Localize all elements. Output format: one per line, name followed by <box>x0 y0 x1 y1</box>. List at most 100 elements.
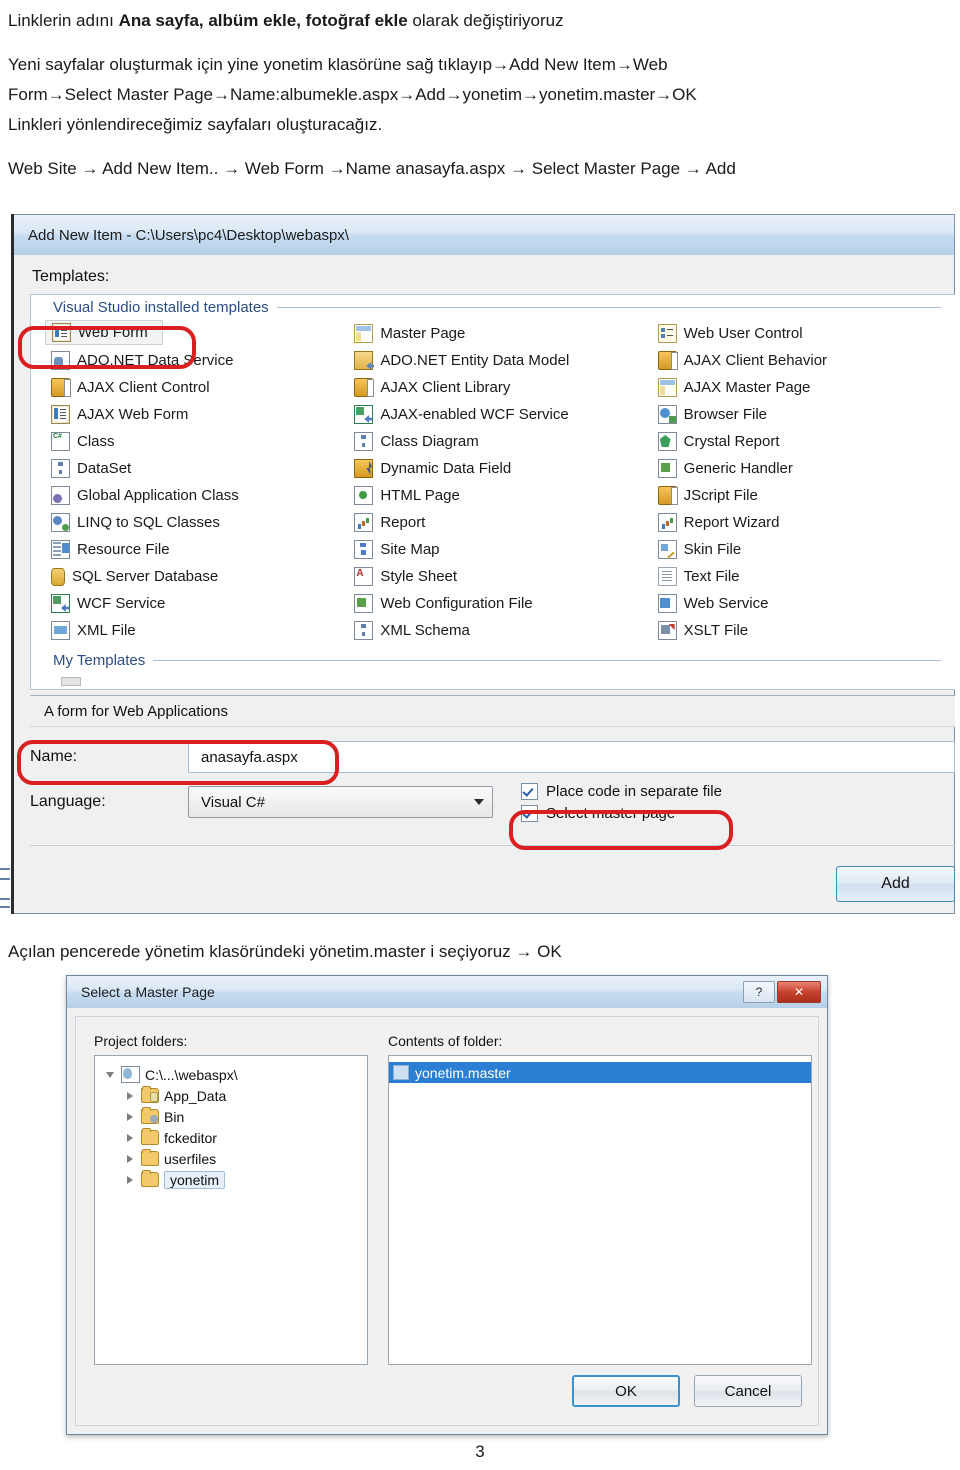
template-item[interactable]: Browser File <box>652 401 955 428</box>
template-item[interactable]: SQL Server Database <box>45 563 348 590</box>
expand-triangle-open-icon[interactable] <box>103 1071 116 1078</box>
template-item[interactable]: Report <box>348 509 651 536</box>
language-select[interactable]: Visual C# <box>188 786 493 818</box>
txt-icon <box>657 567 677 586</box>
template-item[interactable]: Site Map <box>348 536 651 563</box>
middle-caption: Açılan pencerede yönetim klasöründeki yö… <box>8 942 562 961</box>
name-label: Name: <box>30 748 78 765</box>
tree-top-padding <box>95 1056 367 1064</box>
template-item[interactable]: Report Wizard <box>652 509 955 536</box>
tree-item[interactable]: fckeditor <box>95 1127 367 1148</box>
template-item-label: Global Application Class <box>77 487 239 504</box>
language-row: Language: Visual C# Place code in separa… <box>30 782 955 822</box>
expand-triangle-icon[interactable] <box>123 1175 136 1184</box>
expand-triangle-icon[interactable] <box>123 1112 136 1121</box>
template-item[interactable]: AJAX Client Library <box>348 374 651 401</box>
folder-icon <box>141 1128 159 1145</box>
prose-line: Form→Select Master Page→Name:albumekle.a… <box>8 80 952 110</box>
template-item[interactable]: Crystal Report <box>652 428 955 455</box>
folder-icon <box>141 1170 159 1187</box>
triangle-glyph <box>105 1071 114 1078</box>
template-item[interactable]: XML Schema <box>348 617 651 644</box>
template-item-label: Skin File <box>683 541 742 558</box>
template-item-label: Browser File <box>683 406 768 423</box>
template-item[interactable]: ADO.NET Entity Data Model <box>348 347 651 374</box>
dyn-icon <box>354 459 374 478</box>
contents-of-folder-label: Contents of folder: <box>388 1033 503 1049</box>
select-master-checkbox-row[interactable]: Select master page <box>521 804 722 822</box>
template-item[interactable]: AJAX Client Control <box>45 374 348 401</box>
template-item[interactable]: Web Configuration File <box>348 590 651 617</box>
template-item-label: XSLT File <box>683 622 749 639</box>
adoent-icon <box>354 351 374 370</box>
help-icon[interactable]: ? <box>743 981 775 1003</box>
template-item[interactable]: AJAX-enabled WCF Service <box>348 401 651 428</box>
tree-item[interactable]: Bin <box>95 1106 367 1127</box>
template-item[interactable]: ADO.NET Data Service <box>45 347 348 374</box>
template-item[interactable]: LINQ to SQL Classes <box>45 509 348 536</box>
checkbox-checked-icon[interactable] <box>521 804 538 822</box>
cancel-button[interactable]: Cancel <box>694 1375 802 1407</box>
templates-panel[interactable]: Visual Studio installed templates Web Fo… <box>30 294 955 690</box>
js-icon <box>354 378 375 397</box>
templates-columns: Web Form ADO.NET Data Service AJAX Client … <box>31 318 955 644</box>
name-input[interactable]: anasayfa.aspx <box>188 741 955 773</box>
expand-triangle-icon[interactable] <box>123 1091 136 1100</box>
expand-triangle-icon[interactable] <box>123 1133 136 1142</box>
checkbox-checked-icon[interactable] <box>521 782 538 800</box>
tree-item[interactable]: App_Data <box>95 1085 367 1106</box>
crop-tick <box>0 878 10 880</box>
wcf-icon <box>51 594 70 613</box>
template-item[interactable]: Generic Handler <box>652 455 955 482</box>
template-item[interactable]: Web Service <box>652 590 955 617</box>
template-item-label: ADO.NET Data Service <box>77 352 234 369</box>
tree-item[interactable]: C:\...\webaspx\ <box>95 1064 367 1085</box>
template-item[interactable]: Web User Control <box>652 320 955 347</box>
template-item[interactable]: Text File <box>652 563 955 590</box>
template-item[interactable]: XSLT File <box>652 617 955 644</box>
report-icon <box>354 513 374 532</box>
triangle-glyph <box>126 1091 133 1100</box>
template-item[interactable]: Style Sheet <box>348 563 651 590</box>
tree-item-label: App_Data <box>164 1087 227 1104</box>
dialog-titlebar: Add New Item - C:\Users\pc4\Desktop\weba… <box>14 215 954 255</box>
template-item[interactable]: AJAX Web Form <box>45 401 348 428</box>
expand-triangle-icon[interactable] <box>123 1154 136 1163</box>
template-item[interactable]: WCF Service <box>45 590 348 617</box>
template-item[interactable]: Dynamic Data Field <box>348 455 651 482</box>
template-item-label: Web User Control <box>683 325 803 342</box>
list-item[interactable]: yonetim.master <box>389 1062 811 1083</box>
master-page-file-icon <box>393 1065 409 1080</box>
folder-contents-list[interactable]: yonetim.master <box>388 1055 812 1365</box>
template-item[interactable]: Resource File <box>45 536 348 563</box>
template-item-label: DataSet <box>77 460 132 477</box>
template-item[interactable]: Web Form <box>45 320 163 345</box>
tree-item[interactable]: yonetim <box>95 1169 367 1190</box>
template-item[interactable]: AJAX Master Page <box>652 374 955 401</box>
template-item[interactable]: Class <box>45 428 348 455</box>
template-item[interactable]: Master Page <box>348 320 651 347</box>
tree-item[interactable]: userfiles <box>95 1148 367 1169</box>
template-item[interactable]: Class Diagram <box>348 428 651 455</box>
template-item[interactable]: Global Application Class <box>45 482 348 509</box>
template-item[interactable]: AJAX Client Behavior <box>652 347 955 374</box>
add-button[interactable]: Add <box>836 866 955 902</box>
template-item-label: Generic Handler <box>683 460 793 477</box>
prose-line: Web Site → Add New Item.. → Web Form →Na… <box>8 154 952 184</box>
template-item[interactable]: JScript File <box>652 482 955 509</box>
template-item[interactable]: DataSet <box>45 455 348 482</box>
ok-button[interactable]: OK <box>572 1375 680 1407</box>
master-icon <box>657 378 677 397</box>
close-icon[interactable]: ✕ <box>777 981 821 1003</box>
project-folders-tree[interactable]: C:\...\webaspx\ App_Data Bin fckeditor userf… <box>94 1055 368 1365</box>
template-item-label: AJAX Web Form <box>77 406 189 423</box>
template-item-label: AJAX Client Behavior <box>683 352 828 369</box>
template-item[interactable]: HTML Page <box>348 482 651 509</box>
template-item-label: AJAX Master Page <box>683 379 811 396</box>
options-checkbox-group: Place code in separate file Select maste… <box>521 782 722 822</box>
template-item-label: JScript File <box>683 487 758 504</box>
template-item[interactable]: Skin File <box>652 536 955 563</box>
place-code-checkbox-row[interactable]: Place code in separate file <box>521 782 722 800</box>
template-item-label: Class Diagram <box>380 433 479 450</box>
template-item[interactable]: XML File <box>45 617 348 644</box>
